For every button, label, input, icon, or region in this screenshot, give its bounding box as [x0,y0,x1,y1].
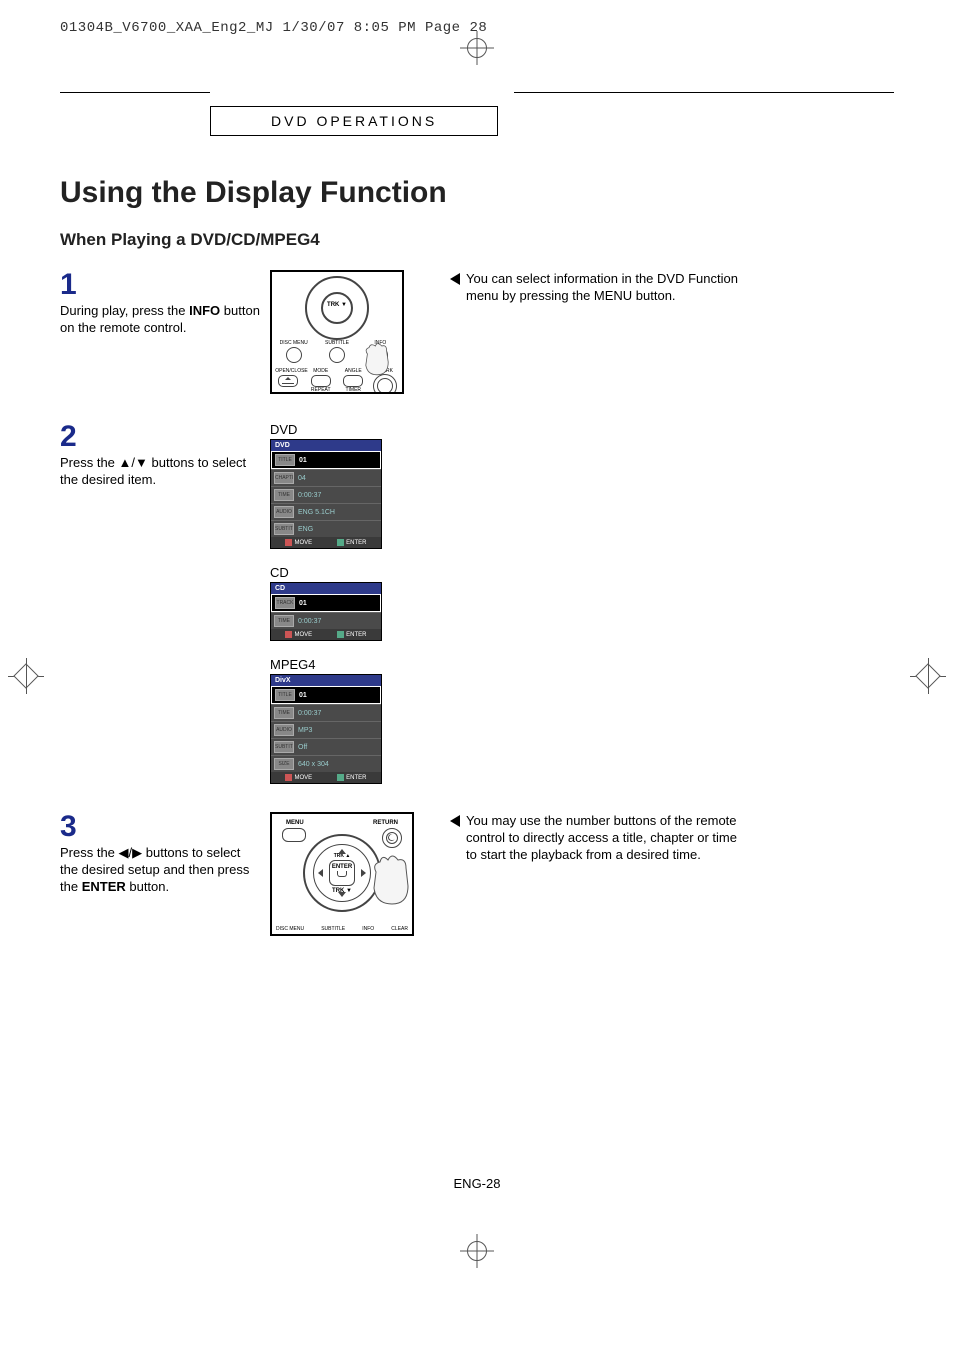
subtitle-icon: SUBTITLE [274,523,294,535]
menu-button [282,828,306,842]
osd-header: CD [271,583,381,594]
track-icon: TRACK [275,597,295,609]
open-close-button: OPEN/CLOSE [275,368,301,394]
mark-button: MARK [373,368,399,394]
osd-row-audio: AUDIOMP3 [271,721,381,738]
remote-top-illustration: TRK ▼ DISC MENU SUBTITLE INFO OPEN/CLOSE… [270,270,404,394]
subtitle-label: SUBTITLE [321,926,345,932]
note-pointer-icon [450,815,460,827]
clock-icon: TIME [274,489,294,501]
clock-icon: TIME [274,615,294,627]
osd-footer: MOVEENTER [271,537,381,548]
return-button [382,828,402,848]
note-text: You can select information in the DVD Fu… [466,270,750,304]
osd-row-track: TRACK01 [271,594,381,612]
mode-repeat-button: MODEREPEAT [308,368,334,394]
step-text: During play, press the INFO button on th… [60,302,260,336]
disc-menu-label: DISC MENU [276,926,304,932]
rule-right [514,92,894,93]
arrow-left-icon [318,869,323,877]
text: Press the [60,845,119,860]
crop-mark-top [467,38,487,58]
crop-mark-left [8,664,44,688]
osd-label-cd: CD [270,565,420,580]
osd-row-chapter: CHAPTER04 [271,469,381,486]
arrow-symbols: ◀/▶ [119,845,143,860]
osd-header: DivX [271,675,381,686]
note-text: You may use the number buttons of the re… [466,812,750,863]
title-icon: TITLE [275,689,295,701]
osd-header: DVD [271,440,381,451]
menu-label: MENU [286,820,304,826]
osd-row-size: SIZE640 x 304 [271,755,381,772]
crop-mark-right [910,664,946,688]
crop-mark-bottom [467,1241,487,1261]
osd-row-time: TIME0:00:37 [271,612,381,629]
step-text: Press the ◀/▶ buttons to select the desi… [60,844,260,895]
arrow-down-icon [338,892,346,897]
osd-row-title: TITLE01 [271,686,381,704]
audio-icon: AUDIO [274,506,294,518]
osd-label-mpeg4: MPEG4 [270,657,420,672]
osd-footer: MOVEENTER [271,772,381,783]
hand-press-icon [366,848,414,908]
arrow-symbols: ▲/▼ [119,455,148,470]
remote-dpad-illustration: MENU RETURN TRK ▲ TRK ▼ ENTER [270,812,414,936]
osd-row-audio: AUDIOENG 5.1CH [271,503,381,520]
bold-text: INFO [189,303,220,318]
audio-icon: AUDIO [274,724,294,736]
clear-label: CLEAR [391,926,408,932]
info-button: INFO [364,340,396,363]
disc-menu-button: DISC MENU [278,340,310,363]
rule-left [60,92,210,93]
osd-row-subtitle: SUBTITLEENG [271,520,381,537]
step-1: 1 During play, press the INFO button on … [60,270,894,394]
info-label: INFO [362,926,374,932]
section-header: DVD OPERATIONS [210,106,498,136]
trk-label: TRK ▼ [327,302,347,308]
text: During play, press the [60,303,189,318]
subtitle-icon: SUBTITLE [274,741,294,753]
arrow-up-icon [338,849,346,854]
text: Press the [60,455,119,470]
osd-dvd: DVD TITLE01 CHAPTER04 TIME0:00:37 AUDIOE… [270,439,382,549]
osd-row-title: TITLE01 [271,451,381,469]
osd-row-time: TIME0:00:37 [271,486,381,503]
osd-footer: MOVEENTER [271,629,381,640]
size-icon: SIZE [274,758,294,770]
step-2: 2 Press the ▲/▼ buttons to select the de… [60,422,894,784]
note-pointer-icon [450,273,460,285]
osd-row-subtitle: SUBTITLEOff [271,738,381,755]
subtitle-button: SUBTITLE [321,340,353,363]
bold-text: ENTER [82,879,126,894]
step-text: Press the ▲/▼ buttons to select the desi… [60,454,260,488]
page-subtitle: When Playing a DVD/CD/MPEG4 [60,230,894,250]
angle-timer-button: ANGLETIMER [340,368,366,394]
step-number: 3 [60,812,260,842]
step-number: 1 [60,270,260,300]
title-icon: TITLE [275,454,295,466]
dpad-icon [305,276,369,340]
osd-cd: CD TRACK01 TIME0:00:37 MOVEENTER [270,582,382,641]
step-number: 2 [60,422,260,452]
page-number: ENG-28 [454,1176,501,1191]
chapter-icon: CHAPTER [274,472,294,484]
osd-mpeg4: DivX TITLE01 TIME0:00:37 AUDIOMP3 SUBTIT… [270,674,382,784]
return-label: RETURN [373,820,398,826]
enter-button: ENTER [329,860,355,886]
text: button. [126,879,169,894]
page-title: Using the Display Function [60,176,894,210]
clock-icon: TIME [274,707,294,719]
osd-label-dvd: DVD [270,422,420,437]
osd-row-time: TIME0:00:37 [271,704,381,721]
step-3: 3 Press the ◀/▶ buttons to select the de… [60,812,894,936]
